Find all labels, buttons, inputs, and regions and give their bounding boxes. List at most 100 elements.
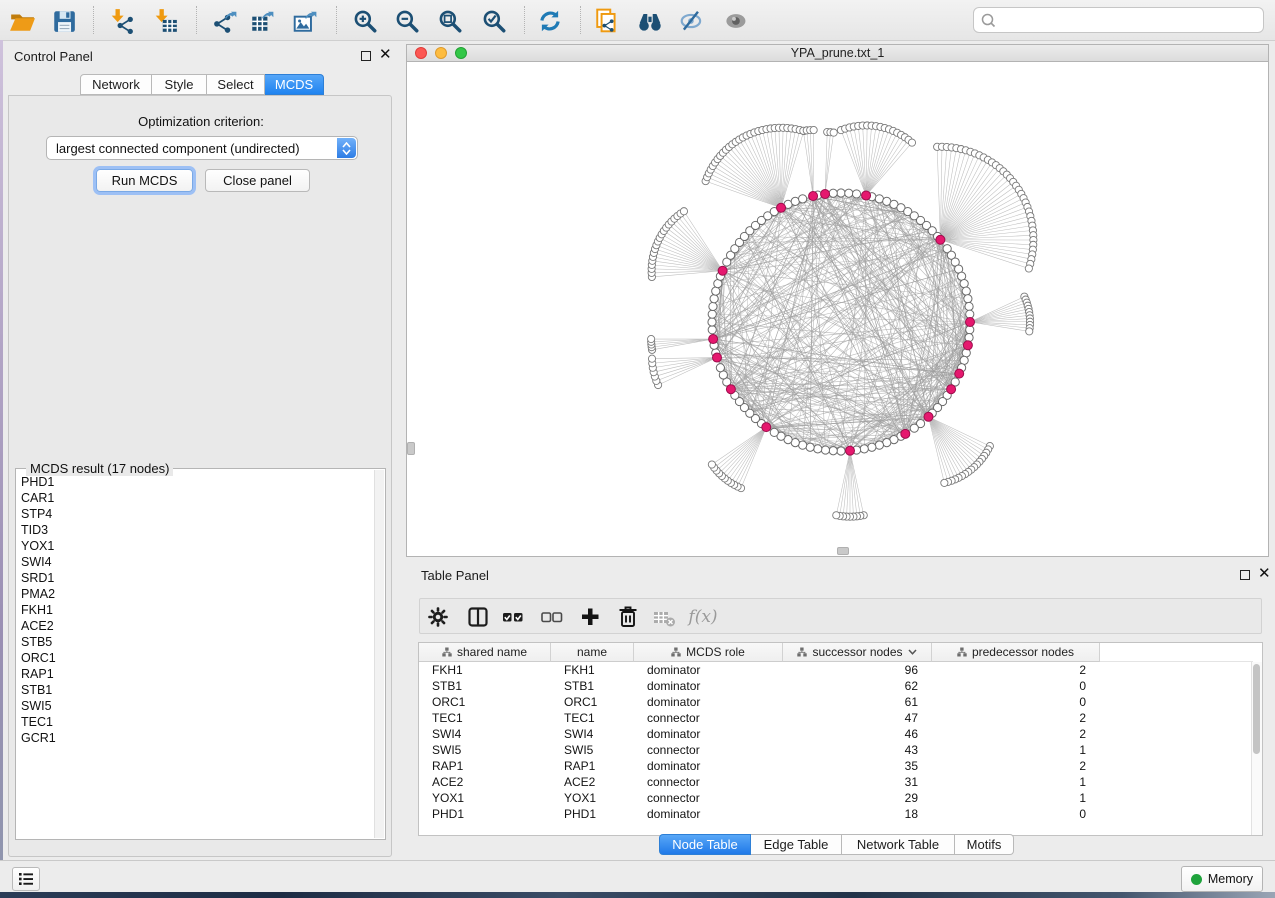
- tab-motifs[interactable]: Motifs: [955, 834, 1014, 855]
- tab-mcds[interactable]: MCDS: [265, 74, 324, 95]
- column-header-shared-name[interactable]: shared name: [419, 643, 551, 662]
- cell-predecessor-nodes[interactable]: 0: [932, 806, 1100, 822]
- ring-node[interactable]: [960, 280, 968, 288]
- save-session-icon[interactable]: [49, 7, 79, 35]
- network-document-icon[interactable]: [592, 7, 622, 35]
- cell-predecessor-nodes[interactable]: 1: [932, 790, 1100, 806]
- zoom-in-icon[interactable]: [350, 7, 380, 35]
- cell-name[interactable]: TEC1: [551, 710, 634, 726]
- mcds-result-item[interactable]: SWI4: [17, 554, 375, 570]
- mcds-node[interactable]: [966, 318, 975, 327]
- mcds-node[interactable]: [726, 385, 735, 394]
- deselect-all-icon[interactable]: [539, 604, 565, 630]
- table-panel-close-button[interactable]: ✕: [1258, 569, 1271, 579]
- cell-successor-nodes[interactable]: 96: [783, 662, 932, 678]
- mcds-node[interactable]: [936, 235, 945, 244]
- mcds-node[interactable]: [955, 369, 964, 378]
- cell-MCDS-role[interactable]: dominator: [634, 726, 783, 742]
- node-table-scrollbar[interactable]: [1251, 662, 1262, 835]
- ring-node[interactable]: [910, 424, 918, 432]
- ring-node[interactable]: [716, 364, 724, 372]
- mcds-node[interactable]: [901, 429, 910, 438]
- mcds-result-item[interactable]: ACE2: [17, 618, 375, 634]
- mcds-result-item[interactable]: SWI5: [17, 698, 375, 714]
- cell-predecessor-nodes[interactable]: 1: [932, 774, 1100, 790]
- mcds-node[interactable]: [845, 446, 854, 455]
- ring-node[interactable]: [710, 295, 718, 303]
- cell-shared-name[interactable]: ACE2: [419, 774, 551, 790]
- tab-network-table[interactable]: Network Table: [842, 834, 955, 855]
- cell-successor-nodes[interactable]: 46: [783, 726, 932, 742]
- tab-select[interactable]: Select: [207, 74, 265, 95]
- ring-node[interactable]: [845, 189, 853, 197]
- ring-node[interactable]: [829, 447, 837, 455]
- cell-shared-name[interactable]: PHD1: [419, 806, 551, 822]
- tab-style[interactable]: Style: [152, 74, 207, 95]
- open-session-icon[interactable]: [7, 7, 37, 35]
- zoom-out-icon[interactable]: [392, 7, 422, 35]
- table-row[interactable]: SWI4SWI4dominator462: [419, 726, 1252, 742]
- import-network-icon[interactable]: [107, 7, 137, 35]
- mcds-result-item[interactable]: PHD1: [17, 474, 375, 490]
- close-panel-button[interactable]: Close panel: [205, 169, 310, 192]
- ring-node[interactable]: [814, 445, 822, 453]
- mcds-result-item[interactable]: RAP1: [17, 666, 375, 682]
- export-table-icon[interactable]: [247, 7, 277, 35]
- leaf-node[interactable]: [941, 479, 948, 486]
- ring-node[interactable]: [868, 443, 876, 451]
- cell-predecessor-nodes[interactable]: 0: [932, 694, 1100, 710]
- hide-eye-icon[interactable]: [677, 7, 707, 35]
- mcds-node[interactable]: [718, 266, 727, 275]
- add-column-icon[interactable]: [577, 604, 603, 630]
- table-row[interactable]: RAP1RAP1dominator352: [419, 758, 1252, 774]
- ring-node[interactable]: [829, 189, 837, 197]
- leaf-node[interactable]: [680, 208, 687, 215]
- mcds-result-item[interactable]: PMA2: [17, 586, 375, 602]
- export-image-icon[interactable]: [290, 7, 320, 35]
- cell-MCDS-role[interactable]: dominator: [634, 806, 783, 822]
- cell-name[interactable]: FKH1: [551, 662, 634, 678]
- control-panel-float-button[interactable]: [361, 51, 371, 61]
- cell-predecessor-nodes[interactable]: 2: [932, 758, 1100, 774]
- scrollbar-thumb[interactable]: [1253, 664, 1260, 754]
- cell-successor-nodes[interactable]: 18: [783, 806, 932, 822]
- zoom-selected-icon[interactable]: [479, 7, 509, 35]
- ring-node[interactable]: [860, 445, 868, 453]
- cell-MCDS-role[interactable]: dominator: [634, 678, 783, 694]
- mcds-node[interactable]: [924, 412, 933, 421]
- cell-name[interactable]: RAP1: [551, 758, 634, 774]
- tab-edge-table[interactable]: Edge Table: [751, 834, 842, 855]
- ring-node[interactable]: [708, 318, 716, 326]
- cell-shared-name[interactable]: SWI5: [419, 742, 551, 758]
- mcds-node[interactable]: [809, 192, 818, 201]
- ring-node[interactable]: [799, 195, 807, 203]
- mcds-result-item[interactable]: FKH1: [17, 602, 375, 618]
- network-canvas[interactable]: [406, 62, 1269, 557]
- table-row[interactable]: ACE2ACE2connector311: [419, 774, 1252, 790]
- table-row[interactable]: YOX1YOX1connector291: [419, 790, 1252, 806]
- mcds-node[interactable]: [821, 189, 830, 198]
- mcds-result-item[interactable]: TID3: [17, 522, 375, 538]
- control-panel-close-button[interactable]: ✕: [379, 50, 392, 60]
- mcds-node[interactable]: [712, 353, 721, 362]
- column-header-MCDS-role[interactable]: MCDS role: [634, 643, 783, 662]
- ring-node[interactable]: [806, 443, 814, 451]
- table-row[interactable]: STB1STB1dominator620: [419, 678, 1252, 694]
- mcds-result-item[interactable]: STB5: [17, 634, 375, 650]
- select-all-icon[interactable]: [500, 604, 526, 630]
- cell-name[interactable]: SWI5: [551, 742, 634, 758]
- cell-shared-name[interactable]: ORC1: [419, 694, 551, 710]
- cell-MCDS-role[interactable]: connector: [634, 710, 783, 726]
- refresh-layout-icon[interactable]: [535, 7, 565, 35]
- leaf-node[interactable]: [648, 355, 655, 362]
- network-vertical-scrollbar[interactable]: [407, 442, 415, 455]
- leaf-node[interactable]: [1026, 328, 1033, 335]
- cell-successor-nodes[interactable]: 31: [783, 774, 932, 790]
- ring-node[interactable]: [708, 326, 716, 334]
- table-row[interactable]: FKH1FKH1dominator962: [419, 662, 1252, 678]
- ring-node[interactable]: [709, 302, 717, 310]
- ring-node[interactable]: [962, 287, 970, 295]
- cell-successor-nodes[interactable]: 29: [783, 790, 932, 806]
- cell-MCDS-role[interactable]: connector: [634, 774, 783, 790]
- ring-node[interactable]: [965, 302, 973, 310]
